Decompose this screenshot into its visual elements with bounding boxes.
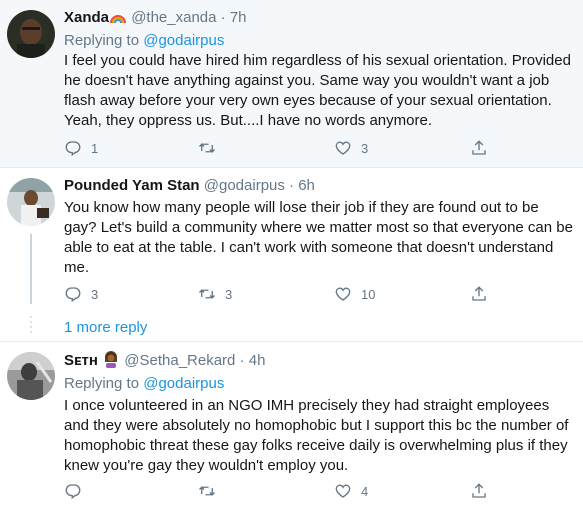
mention-link[interactable]: @godairpus bbox=[143, 32, 224, 49]
replying-label: Replying to bbox=[64, 32, 140, 49]
replying-to: Replying to @godairpus bbox=[64, 31, 575, 51]
tweet-actions: 1 3 bbox=[64, 138, 514, 158]
more-replies-link[interactable]: 1 more reply bbox=[64, 319, 147, 336]
tweet-actions: 3 3 10 bbox=[64, 284, 514, 304]
handle[interactable]: @godairpus bbox=[204, 177, 285, 194]
like-count: 3 bbox=[361, 140, 369, 156]
retweet-button[interactable] bbox=[198, 481, 216, 501]
like-count: 10 bbox=[361, 286, 376, 302]
rainbow-emoji bbox=[109, 9, 127, 31]
reply-icon bbox=[65, 287, 81, 303]
thread-line bbox=[30, 234, 32, 304]
tweet-actions: 4 bbox=[64, 481, 514, 501]
like-button[interactable]: 3 bbox=[334, 138, 368, 158]
share-button[interactable] bbox=[470, 138, 488, 158]
tweet-xanda[interactable]: Xanda @the_xanda · 7h Replying to @godai… bbox=[0, 0, 583, 167]
reply-count: 1 bbox=[91, 140, 99, 156]
timestamp[interactable]: 7h bbox=[230, 9, 247, 26]
like-button[interactable]: 10 bbox=[334, 284, 375, 304]
tweet-header: Sᴇᴛʜ @Setha_Rekard · 4h bbox=[64, 350, 575, 374]
share-icon bbox=[472, 140, 486, 155]
reply-icon bbox=[65, 141, 81, 157]
like-count: 4 bbox=[361, 483, 369, 499]
thread-dots bbox=[30, 316, 32, 336]
like-icon bbox=[335, 141, 351, 155]
reply-count: 3 bbox=[91, 286, 99, 302]
timestamp[interactable]: 4h bbox=[249, 352, 266, 369]
retweet-icon bbox=[199, 486, 215, 496]
tweet-pounded-yam-stan[interactable]: Pounded Yam Stan @godairpus · 6h You kno… bbox=[0, 168, 583, 308]
retweet-button[interactable]: 3 bbox=[198, 284, 232, 304]
reply-button[interactable] bbox=[64, 481, 82, 501]
replying-label: Replying to bbox=[64, 375, 140, 392]
avatar[interactable] bbox=[7, 10, 55, 58]
display-name[interactable]: Sᴇᴛʜ bbox=[64, 352, 98, 369]
handle[interactable]: @Setha_Rekard bbox=[124, 352, 235, 369]
share-icon bbox=[472, 286, 486, 301]
retweet-count: 3 bbox=[225, 286, 233, 302]
tweet-seth[interactable]: Sᴇᴛʜ @Setha_Rekard · 4h Replying to @god… bbox=[0, 342, 583, 510]
reply-button[interactable]: 3 bbox=[64, 284, 98, 304]
retweet-icon bbox=[199, 143, 215, 153]
share-icon bbox=[472, 483, 486, 498]
share-button[interactable] bbox=[470, 284, 488, 304]
handle[interactable]: @the_xanda bbox=[131, 9, 216, 26]
like-button[interactable]: 4 bbox=[334, 481, 368, 501]
separator-dot: · bbox=[220, 9, 226, 26]
tweet-text: I once volunteered in an NGO IMH precise… bbox=[64, 397, 569, 474]
tweet-header: Xanda @the_xanda · 7h bbox=[64, 8, 575, 31]
share-button[interactable] bbox=[470, 481, 488, 501]
retweet-icon bbox=[199, 289, 215, 299]
display-name[interactable]: Xanda bbox=[64, 9, 109, 26]
reply-button[interactable]: 1 bbox=[64, 138, 98, 158]
avatar[interactable] bbox=[7, 178, 55, 226]
tweet-text: I feel you could have hired him regardle… bbox=[64, 52, 571, 129]
avatar[interactable] bbox=[7, 352, 55, 400]
like-icon bbox=[335, 484, 351, 498]
like-icon bbox=[335, 287, 351, 301]
reply-icon bbox=[65, 484, 81, 500]
retweet-button[interactable] bbox=[198, 138, 216, 158]
mention-link[interactable]: @godairpus bbox=[143, 375, 224, 392]
timestamp[interactable]: 6h bbox=[298, 177, 315, 194]
woman-emoji bbox=[102, 350, 120, 374]
replying-to: Replying to @godairpus bbox=[64, 374, 575, 394]
tweet-text: You know how many people will lose their… bbox=[64, 199, 573, 276]
separator-dot: · bbox=[289, 177, 295, 194]
tweet-header: Pounded Yam Stan @godairpus · 6h bbox=[64, 176, 575, 196]
separator-dot: · bbox=[239, 352, 245, 369]
display-name[interactable]: Pounded Yam Stan bbox=[64, 177, 200, 194]
